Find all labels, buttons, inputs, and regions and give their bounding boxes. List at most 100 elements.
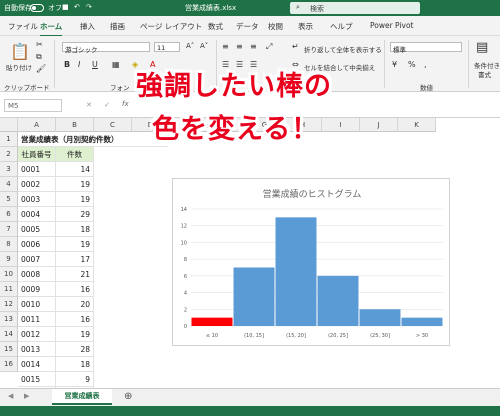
table-cell-count[interactable]: 28 bbox=[56, 342, 94, 357]
row-header-1[interactable]: 1 bbox=[0, 132, 18, 147]
bold-icon[interactable]: B bbox=[64, 60, 70, 69]
table-cell-id[interactable]: 0007 bbox=[18, 252, 56, 267]
row-header-11[interactable]: 11 bbox=[0, 282, 18, 297]
row-header-10[interactable]: 10 bbox=[0, 267, 18, 282]
column-header-c[interactable]: C bbox=[94, 118, 132, 132]
row-header-3[interactable]: 3 bbox=[0, 162, 18, 177]
enter-icon[interactable]: ✓ bbox=[104, 101, 110, 109]
table-cell-id[interactable]: 0003 bbox=[18, 192, 56, 207]
table-cell-count[interactable]: 17 bbox=[56, 252, 94, 267]
header-count[interactable]: 件数 bbox=[56, 147, 94, 162]
row-header-14[interactable]: 14 bbox=[0, 327, 18, 342]
select-all-corner[interactable] bbox=[0, 118, 18, 132]
row-header-8[interactable]: 8 bbox=[0, 237, 18, 252]
align-top-icon[interactable]: ≡ bbox=[222, 42, 229, 51]
sheet-tab[interactable]: 営業成績表 bbox=[52, 389, 112, 405]
orientation-icon[interactable]: ⤢ bbox=[266, 42, 272, 52]
tab-insert[interactable]: 挿入 bbox=[80, 21, 95, 32]
table-cell-count[interactable]: 18 bbox=[56, 357, 94, 372]
table-cell-id[interactable]: 0014 bbox=[18, 357, 56, 372]
font-size-select[interactable]: 11 bbox=[154, 42, 180, 52]
wrap-text-icon[interactable]: ↵ bbox=[292, 42, 299, 51]
wrap-text-button[interactable]: 折り返して全体を表示する bbox=[304, 44, 382, 54]
paste-icon[interactable]: 📋 bbox=[10, 42, 30, 61]
table-cell-count[interactable]: 20 bbox=[56, 297, 94, 312]
font-name-select[interactable]: 游ゴシック bbox=[62, 42, 150, 54]
add-sheet-icon[interactable]: ⊕ bbox=[124, 391, 132, 402]
column-header-i[interactable]: I bbox=[322, 118, 360, 132]
table-cell-count[interactable]: 18 bbox=[56, 222, 94, 237]
table-cell-count[interactable]: 19 bbox=[56, 192, 94, 207]
row-header-13[interactable]: 13 bbox=[0, 312, 18, 327]
table-cell-id[interactable]: 0011 bbox=[18, 312, 56, 327]
row-header-2[interactable]: 2 bbox=[0, 147, 18, 162]
row-header-4[interactable]: 4 bbox=[0, 177, 18, 192]
row-header-16[interactable]: 16 bbox=[0, 357, 18, 372]
column-header-a[interactable]: A bbox=[18, 118, 56, 132]
currency-icon[interactable]: ¥ bbox=[392, 60, 397, 69]
search-box[interactable]: ⌕ 検索 bbox=[290, 2, 420, 14]
table-cell-count[interactable]: 16 bbox=[56, 312, 94, 327]
format-painter-icon[interactable]: 🖌 bbox=[36, 64, 46, 73]
paste-label[interactable]: 貼り付け bbox=[6, 62, 32, 72]
number-format-select[interactable]: 標準 bbox=[390, 42, 462, 54]
undo-icon[interactable]: ↶ bbox=[74, 3, 80, 11]
copy-icon[interactable]: ⧉ bbox=[36, 52, 42, 62]
table-cell-count[interactable]: 19 bbox=[56, 177, 94, 192]
table-cell-id[interactable]: 0006 bbox=[18, 237, 56, 252]
tab-file[interactable]: ファイル bbox=[8, 21, 38, 32]
align-middle-icon[interactable]: ≡ bbox=[236, 42, 243, 51]
tab-page-layout[interactable]: ページ レイアウト bbox=[140, 21, 202, 32]
comma-icon[interactable]: , bbox=[424, 60, 427, 69]
underline-icon[interactable]: U bbox=[92, 60, 98, 69]
cancel-icon[interactable]: ✕ bbox=[86, 101, 92, 109]
table-cell-id[interactable]: 0013 bbox=[18, 342, 56, 357]
column-header-k[interactable]: K bbox=[398, 118, 436, 132]
tab-data[interactable]: データ bbox=[236, 21, 259, 32]
align-bottom-icon[interactable]: ≡ bbox=[250, 42, 257, 51]
tab-review[interactable]: 校閲 bbox=[268, 21, 283, 32]
row-header-15[interactable]: 15 bbox=[0, 342, 18, 357]
italic-icon[interactable]: I bbox=[78, 60, 80, 69]
table-cell-id[interactable]: 0001 bbox=[18, 162, 56, 177]
tab-power-pivot[interactable]: Power Pivot bbox=[370, 21, 413, 30]
sheet-title-cell[interactable]: 営業成績表（月別契約件数） bbox=[18, 132, 168, 147]
tab-draw[interactable]: 描画 bbox=[110, 21, 125, 32]
table-cell-count[interactable]: 29 bbox=[56, 207, 94, 222]
table-cell-count[interactable]: 19 bbox=[56, 237, 94, 252]
save-icon[interactable]: ■ bbox=[62, 3, 69, 11]
row-header-6[interactable]: 6 bbox=[0, 207, 18, 222]
row-header-12[interactable]: 12 bbox=[0, 297, 18, 312]
table-cell-count[interactable]: 9 bbox=[56, 372, 94, 387]
row-header-9[interactable]: 9 bbox=[0, 252, 18, 267]
table-cell-id[interactable]: 0009 bbox=[18, 282, 56, 297]
grow-font-icon[interactable]: A˄ bbox=[186, 42, 194, 50]
column-header-b[interactable]: B bbox=[56, 118, 94, 132]
redo-icon[interactable]: ↷ bbox=[86, 3, 92, 11]
name-box[interactable]: M5 bbox=[4, 99, 62, 112]
conditional-format-label2[interactable]: 書式 bbox=[478, 69, 491, 79]
table-cell-id[interactable]: 0015 bbox=[18, 372, 56, 387]
row-header-7[interactable]: 7 bbox=[0, 222, 18, 237]
tab-view[interactable]: 表示 bbox=[298, 21, 313, 32]
conditional-format-icon[interactable]: ▤ bbox=[476, 40, 488, 55]
table-cell-count[interactable]: 21 bbox=[56, 267, 94, 282]
shrink-font-icon[interactable]: A˅ bbox=[200, 42, 208, 50]
table-cell-count[interactable]: 16 bbox=[56, 282, 94, 297]
table-cell-id[interactable]: 0008 bbox=[18, 267, 56, 282]
fx-icon[interactable]: fx bbox=[122, 100, 129, 108]
tab-help[interactable]: ヘルプ bbox=[330, 21, 353, 32]
percent-icon[interactable]: % bbox=[408, 60, 416, 69]
prev-sheet-icon[interactable]: ◀ bbox=[8, 392, 13, 400]
table-cell-id[interactable]: 0005 bbox=[18, 222, 56, 237]
cut-icon[interactable]: ✂ bbox=[36, 40, 43, 49]
column-header-j[interactable]: J bbox=[360, 118, 398, 132]
row-header-5[interactable]: 5 bbox=[0, 192, 18, 207]
table-cell-id[interactable]: 0012 bbox=[18, 327, 56, 342]
next-sheet-icon[interactable]: ▶ bbox=[24, 392, 29, 400]
tab-home[interactable]: ホーム bbox=[40, 21, 63, 37]
header-employee-id[interactable]: 社員番号 bbox=[18, 147, 56, 162]
table-cell-count[interactable]: 14 bbox=[56, 162, 94, 177]
table-cell-count[interactable]: 19 bbox=[56, 327, 94, 342]
histogram-chart[interactable]: 営業成績のヒストグラム 0 2 4 6 8 10 12 14 ≤ 10 (10, 15] (15, 2… bbox=[172, 178, 450, 346]
